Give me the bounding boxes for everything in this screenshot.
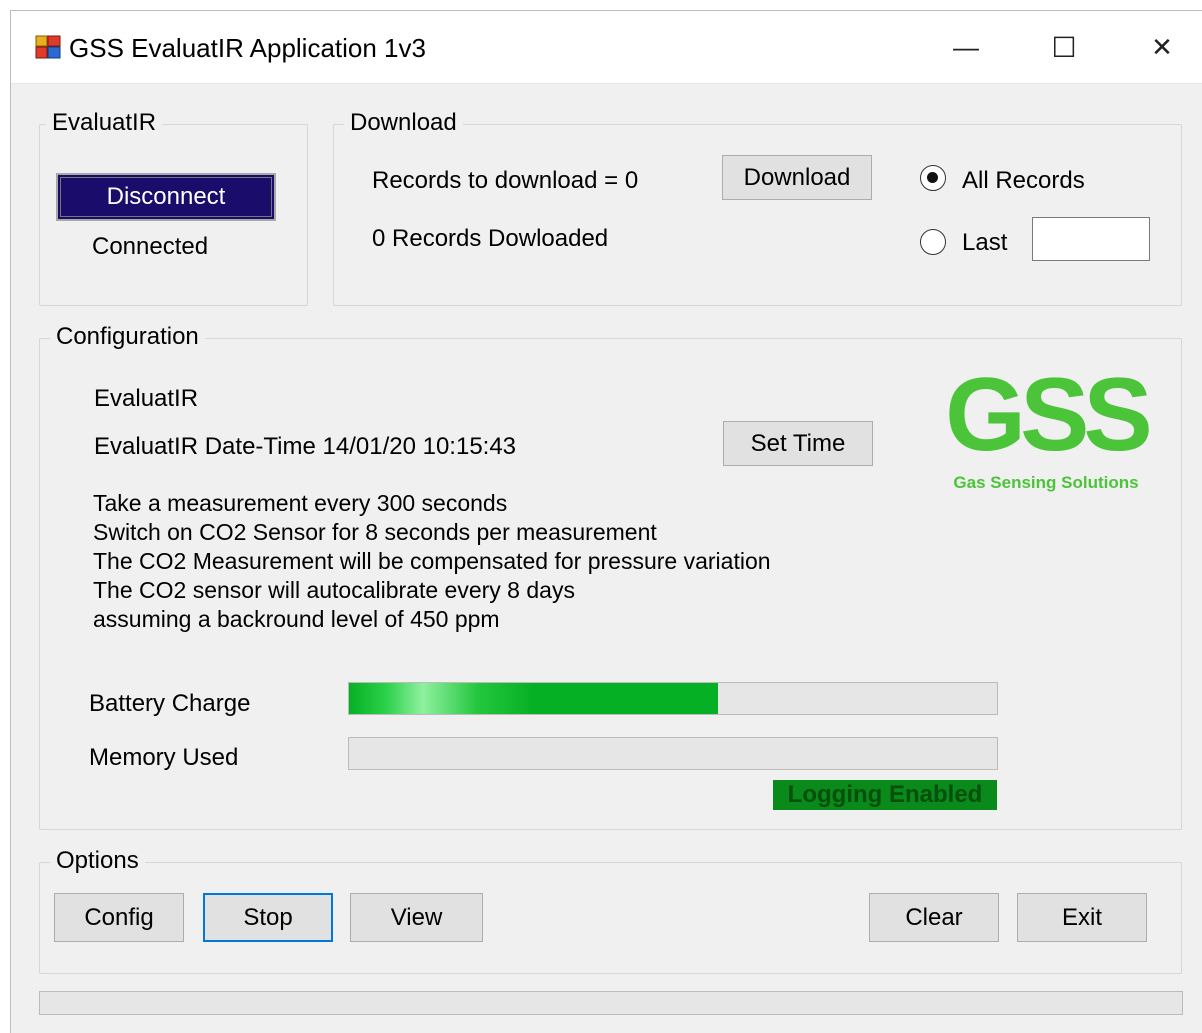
maximize-icon: ☐	[1051, 31, 1077, 63]
last-records-input[interactable]	[1032, 217, 1150, 261]
gss-logo: GSS Gas Sensing Solutions	[939, 363, 1153, 501]
description-line: Take a measurement every 300 seconds	[93, 490, 508, 516]
gss-logo-tagline: Gas Sensing Solutions	[953, 473, 1139, 492]
minimize-icon: —	[953, 31, 979, 62]
description-line: The CO2 sensor will autocalibrate every …	[93, 577, 575, 603]
download-group: Download Records to download = 0 0 Recor…	[333, 109, 1182, 306]
minimize-button[interactable]: —	[931, 11, 1001, 83]
title-bar[interactable]: GSS EvaluatIR Application 1v3 — ☐ ✕	[11, 11, 1202, 84]
set-time-button[interactable]: Set Time	[723, 421, 873, 466]
battery-charge-fill	[349, 683, 719, 714]
last-records-label[interactable]: Last	[962, 229, 1007, 257]
memory-used-label: Memory Used	[89, 744, 239, 771]
exit-button[interactable]: Exit	[1017, 893, 1147, 942]
logging-status-badge: Logging Enabled	[773, 780, 997, 810]
options-group: Options Config Stop View Clear Exit	[39, 847, 1182, 974]
description-line: Switch on CO2 Sensor for 8 seconds per m…	[93, 519, 657, 545]
measurement-description: Take a measurement every 300 seconds Swi…	[93, 489, 771, 634]
app-window: GSS EvaluatIR Application 1v3 — ☐ ✕ Eval…	[10, 10, 1202, 1033]
clear-button[interactable]: Clear	[869, 893, 999, 942]
stop-button[interactable]: Stop	[203, 893, 333, 942]
battery-charge-bar	[348, 682, 998, 715]
options-group-label: Options	[50, 847, 145, 875]
records-downloaded: 0 Records Dowloaded	[372, 225, 609, 252]
all-records-label[interactable]: All Records	[962, 167, 1085, 195]
gss-logo-text: GSS	[945, 357, 1153, 473]
view-button[interactable]: View	[350, 893, 483, 942]
configuration-group-label: Configuration	[50, 323, 205, 351]
description-line: assuming a backround level of 450 ppm	[93, 606, 500, 632]
memory-used-bar	[348, 737, 998, 770]
config-button[interactable]: Config	[54, 893, 184, 942]
battery-charge-label: Battery Charge	[89, 690, 251, 717]
connection-status: Connected	[92, 233, 209, 260]
evaluatir-group: EvaluatIR Disconnect Connected	[39, 109, 308, 306]
all-records-radio[interactable]	[920, 165, 946, 191]
download-button[interactable]: Download	[722, 155, 872, 200]
close-button[interactable]: ✕	[1127, 11, 1197, 83]
status-progress-bar	[39, 991, 1183, 1015]
maximize-button[interactable]: ☐	[1029, 11, 1099, 83]
records-to-download: Records to download = 0	[372, 167, 639, 194]
device-datetime: EvaluatIR Date-Time 14/01/20 10:15:43	[94, 433, 517, 460]
last-records-radio[interactable]	[920, 229, 946, 255]
download-group-label: Download	[344, 109, 463, 137]
disconnect-button[interactable]: Disconnect	[56, 173, 276, 221]
app-icon	[35, 35, 61, 59]
evaluatir-group-label: EvaluatIR	[46, 109, 163, 137]
description-line: The CO2 Measurement will be compensated …	[93, 548, 771, 574]
window-title: GSS EvaluatIR Application 1v3	[69, 33, 426, 63]
close-icon: ✕	[1151, 31, 1173, 62]
device-name: EvaluatIR	[94, 385, 199, 412]
